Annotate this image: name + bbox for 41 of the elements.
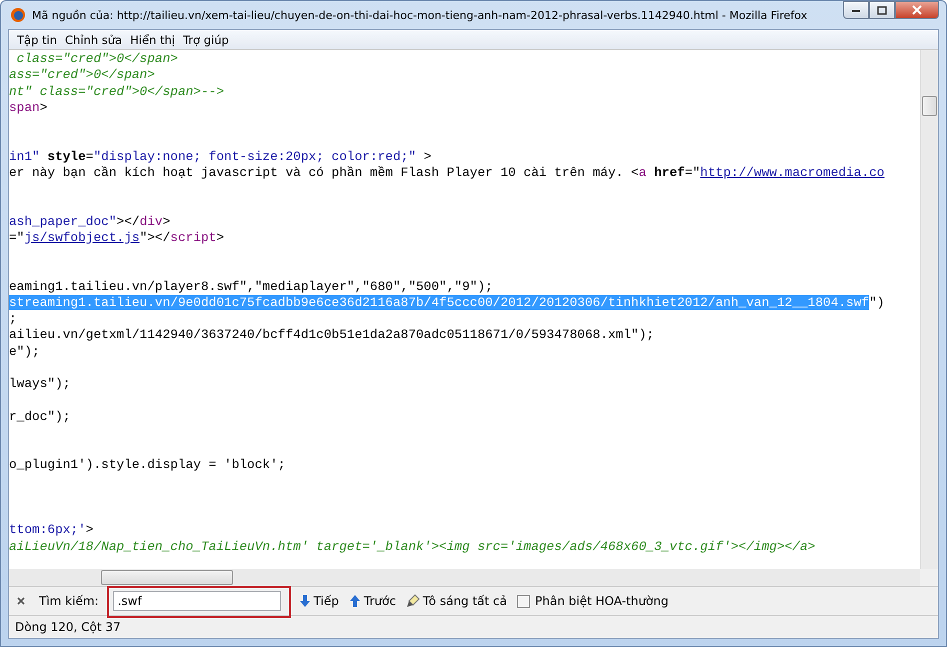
menu-item[interactable]: Trợ giúp	[178, 32, 233, 46]
code-line: aiLieuVn/18/Nap_tien_cho_TaiLieuVn.htm' target='_blank'><img src='images/ads/468x60_3_vtc.gif'></img></a>	[9, 538, 816, 554]
menu-item[interactable]: Hiển thị	[126, 32, 179, 46]
code-line: ailieu.vn/getxml/1142940/3637240/bcff4d1c0b51e1da2a870adc05118671/0/593478068.xml");	[9, 327, 654, 342]
code-line: in1" style="display:none; font-size:20px; color:red;" >	[9, 148, 432, 164]
code-line: er này bạn cần kích hoạt javascript và có phần mềm Flash Player 10 cài trên máy. <a href="http://www.macromedia.co	[9, 164, 884, 180]
code-line: span>	[9, 100, 48, 115]
window-title: Mã nguồn của: http://tailieu.vn/xem-tai-lieu/chuyen-de-on-thi-dai-hoc-mon-tieng-anh-nam-2012-phrasal-verbs.1142940.html - Mozilla Firefox	[32, 8, 808, 22]
highlight-all-button[interactable]: Tô sáng tất cả	[406, 594, 508, 608]
minimize-button[interactable]	[843, 1, 869, 19]
code-line: ash_paper_doc"></div>	[9, 214, 170, 228]
find-next-button[interactable]: Tiếp	[298, 594, 339, 608]
match-case-label: Phân biệt HOA-thường	[535, 594, 668, 608]
code-line: e");	[9, 344, 40, 358]
code-line: ttom:6px;'>	[9, 522, 94, 538]
arrow-down-icon	[298, 594, 311, 608]
highlighter-icon	[406, 594, 420, 608]
menu-item[interactable]: Chỉnh sửa	[61, 32, 126, 46]
code-line: eaming1.tailieu.vn/player8.swf","mediaplayer","680","500","9");	[9, 278, 493, 294]
find-input-field[interactable]: .swf	[112, 591, 281, 611]
code-line: ="js/swfobject.js"></script>	[9, 230, 224, 245]
code-line: streaming1.tailieu.vn/9e0dd01c75fcadbb9e6ce36d2116a87b/4f5ccc00/2012/20120306/tinhkhiet2012/anh_van_12__1804.swf")	[9, 294, 884, 310]
code-line: o_plugin1').style.display = 'block';	[9, 457, 286, 472]
code-line: class="cred">0</span>	[16, 51, 178, 66]
menu-item[interactable]: Tập tin	[13, 32, 62, 46]
arrow-up-icon	[348, 594, 361, 608]
status-text: Dòng 120, Cột 37	[15, 620, 121, 634]
code-line: lways");	[9, 376, 70, 391]
close-icon[interactable]	[17, 597, 25, 605]
code-line: r_doc");	[9, 408, 70, 424]
code-line: ;	[9, 311, 17, 326]
find-previous-button[interactable]: Trước	[348, 594, 396, 608]
find-label: Tìm kiếm:	[39, 594, 99, 608]
close-button[interactable]	[895, 1, 939, 19]
minimize-icon	[851, 7, 861, 13]
maximize-icon	[877, 6, 887, 14]
close-icon	[911, 5, 923, 15]
code-line: ass="cred">0</span>	[9, 67, 155, 82]
match-case-checkbox[interactable]	[517, 594, 530, 608]
code-line: nt" class="cred">0</span>-->	[9, 84, 224, 98]
maximize-button[interactable]	[869, 1, 895, 19]
